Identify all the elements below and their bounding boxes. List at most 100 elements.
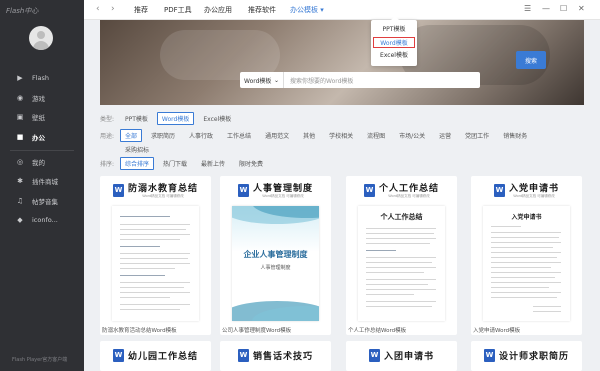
maximize-icon[interactable]: ☐ (560, 4, 567, 13)
filter-chip[interactable]: 通用范文 (260, 129, 294, 142)
filter-chip[interactable]: 全部 (120, 128, 143, 142)
sidebar-item-iconfo[interactable]: ◆ iconfo... (0, 211, 84, 229)
sidebar-item-label: 插件商城 (32, 178, 58, 186)
dropdown-item-excel[interactable]: Excel模板 (373, 50, 415, 61)
card-title-group: 防溺水教育总结 Word精品文档 可编辑修改 (128, 181, 198, 199)
card-title: 幼儿园工作总结 (127, 351, 198, 362)
sidebar-item-music[interactable]: ♫ 帖梦音集 (0, 192, 84, 210)
main-area: ‹ › 推荐 PDF工具 办公应用 推荐软件 办公模板 ▾ ☰ — ☐ ✕ Wo… (84, 0, 600, 371)
sort-chip[interactable]: 热门下载 (158, 157, 192, 170)
filter-chip[interactable]: 工作总结 (222, 129, 256, 142)
dropdown-item-word[interactable]: Word模板 (373, 37, 415, 48)
sidebar-item-label: Flash (32, 74, 50, 82)
card-title-group: 入党申请书 Word精品文档 可编辑修改 (509, 181, 559, 199)
word-icon: W (237, 348, 249, 362)
card-title-group: 个人工作总结 Word精品文档 可编辑修改 (379, 181, 439, 199)
filter-chip[interactable]: 流程图 (362, 129, 390, 142)
filter-chip[interactable]: 市场/公关 (394, 129, 430, 142)
menu-icon[interactable]: ☰ (524, 4, 531, 13)
sort-chip[interactable]: 限时免费 (234, 157, 268, 170)
sidebar-item-label: 办公 (32, 134, 45, 142)
tab-office-apps[interactable]: 办公应用 (204, 5, 232, 15)
search-input[interactable]: 搜索你想要的Word模板 (284, 76, 480, 85)
template-card[interactable]: W 人事管理制度 Word精品文档 可编辑修改 企业人事管理制度 人事管理制度 … (220, 176, 331, 335)
card-header: W 人事管理制度 Word精品文档 可编辑修改 (220, 176, 331, 204)
card-title: 入团申请书 (383, 351, 434, 362)
briefcase-icon: ■ (16, 133, 24, 141)
filter-chip[interactable]: 学校相关 (324, 129, 358, 142)
sidebar-item-label: iconfo... (32, 216, 58, 224)
sort-chip[interactable]: 最新上传 (196, 157, 230, 170)
sidebar-item-label: 壁纸 (32, 114, 45, 122)
card-header: W 入团申请书 (346, 341, 457, 369)
filter-chip[interactable]: Excel模板 (198, 112, 236, 125)
back-icon[interactable]: ‹ (96, 4, 100, 14)
thumb-title: 入党申请书 (511, 214, 542, 221)
user-icon: ◎ (16, 158, 24, 166)
card-title: 防溺水教育总结 (127, 184, 198, 194)
card-title: 设计师求职简历 (498, 351, 569, 362)
sidebar-item-plugin[interactable]: ✱ 插件商城 (0, 172, 84, 190)
card-title-group: 人事管理制度 Word精品文档 可编辑修改 (253, 181, 313, 199)
filter-label: 类型: (100, 115, 115, 123)
filter-chip[interactable]: 其他 (298, 129, 320, 142)
tab-office-templates[interactable]: 办公模板 ▾ (290, 5, 324, 15)
search-type-label: Word模板 (244, 77, 272, 85)
sidebar-item-office[interactable]: ■ 办公 (0, 128, 84, 146)
card-header: W 设计师求职简历 (471, 341, 582, 369)
word-icon: W (483, 348, 495, 362)
forward-icon[interactable]: › (111, 4, 115, 14)
template-card[interactable]: W 防溺水教育总结 Word精品文档 可编辑修改 防溺水教育活动总结Word模板 (100, 176, 211, 335)
sidebar-item-label: 我的 (32, 159, 45, 167)
filter-chip[interactable]: 求职简历 (146, 129, 180, 142)
word-icon: W (368, 348, 380, 362)
filter-chip[interactable]: Word模板 (156, 111, 195, 125)
search-type-select[interactable]: Word模板 ⌄ (240, 72, 284, 88)
card-header: W 销售话术技巧 (220, 341, 331, 369)
avatar[interactable] (29, 26, 53, 50)
card-thumbnail: 企业人事管理制度 人事管理制度 (232, 206, 319, 321)
sidebar-item-label: 帖梦音集 (32, 198, 58, 206)
card-header: W 幼儿园工作总结 (100, 341, 211, 369)
sidebar-item-label: 游戏 (32, 95, 45, 103)
card-title: 人事管理制度 (252, 184, 313, 194)
tab-software[interactable]: 推荐软件 (248, 5, 276, 15)
filter-chip[interactable]: 党团工作 (460, 129, 494, 142)
app-logo: Flash中心 (6, 7, 39, 15)
app-icon: ◆ (17, 216, 23, 224)
card-subtitle: Word精品文档 可编辑修改 (142, 194, 184, 198)
sidebar-item-mine[interactable]: ◎ 我的 (0, 153, 84, 171)
sidebar-item-wallpaper[interactable]: ▣ 壁纸 (0, 108, 84, 126)
template-card[interactable]: W 入党申请书 Word精品文档 可编辑修改 入党申请书 入党申请Word模板 (471, 176, 582, 335)
chevron-down-icon: ⌄ (273, 76, 279, 84)
filter-chip[interactable]: 人事行政 (184, 129, 218, 142)
card-caption: 防溺水教育活动总结Word模板 (102, 328, 177, 334)
plugin-icon: ✱ (17, 177, 23, 185)
filter-chip[interactable]: 运营 (434, 129, 456, 142)
headphones-icon: ♫ (16, 197, 24, 205)
card-title: 销售话术技巧 (252, 351, 313, 362)
close-icon[interactable]: ✕ (578, 4, 585, 13)
minimize-icon[interactable]: — (542, 4, 550, 13)
template-card[interactable]: W 幼儿园工作总结 (100, 341, 211, 371)
card-thumbnail: 个人工作总结 (358, 206, 445, 321)
card-header: W 个人工作总结 Word精品文档 可编辑修改 (346, 176, 457, 204)
gamepad-icon: ◉ (16, 94, 24, 102)
template-card[interactable]: W 个人工作总结 Word精品文档 可编辑修改 个人工作总结 个人工作总结Wor (346, 176, 457, 335)
search-button[interactable]: 搜索 (516, 51, 546, 69)
template-card[interactable]: W 销售话术技巧 (220, 341, 331, 371)
filter-chip[interactable]: 采购招标 (120, 143, 154, 156)
dropdown-item-ppt[interactable]: PPT模板 (373, 24, 415, 35)
card-caption: 个人工作总结Word模板 (348, 328, 407, 334)
type-filter-row: 类型: PPT模板 Word模板 Excel模板 (100, 111, 240, 125)
tab-recommend[interactable]: 推荐 (134, 5, 148, 15)
sidebar-item-games[interactable]: ◉ 游戏 (0, 89, 84, 107)
sidebar-item-flash[interactable]: ▶ Flash (0, 69, 84, 87)
filter-chip[interactable]: PPT模板 (120, 112, 153, 125)
sort-filter-row: 排序: 综合排序 热门下载 最新上传 限时免费 (100, 156, 272, 170)
template-card[interactable]: W 设计师求职简历 (471, 341, 582, 371)
template-card[interactable]: W 入团申请书 (346, 341, 457, 371)
filter-chip[interactable]: 销售财务 (498, 129, 532, 142)
sort-chip[interactable]: 综合排序 (120, 156, 155, 170)
tab-pdf-tools[interactable]: PDF工具 (164, 5, 192, 15)
